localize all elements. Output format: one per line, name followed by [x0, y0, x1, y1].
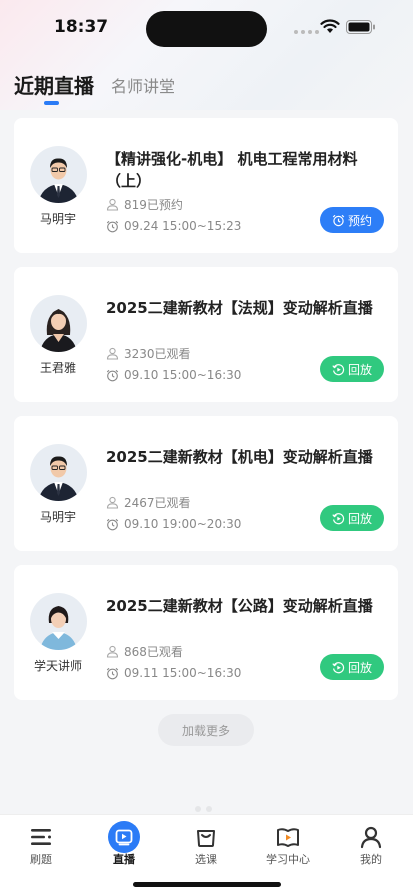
teacher-avatar [30, 444, 87, 501]
course-title: 2025二建新教材【机电】变动解析直播 [106, 448, 373, 466]
replay-icon [332, 661, 345, 673]
live-time: 09.11 15:00~16:30 [124, 666, 242, 680]
live-card[interactable]: 马明宇 【精讲强化-机电】 机电工程常用材料（上） 819已预约 09.24 1… [14, 118, 398, 253]
load-more-button[interactable]: 加载更多 [158, 714, 254, 746]
tab-label: 我的 [360, 853, 382, 866]
stat-text: 868已观看 [124, 645, 183, 659]
active-tab-indicator [44, 101, 59, 105]
battery-icon [346, 20, 375, 34]
teacher-name: 王君雅 [39, 361, 76, 375]
reserve-button[interactable]: 预约 [320, 207, 384, 233]
course-title: 2025二建新教材【法规】变动解析直播 [106, 299, 373, 317]
stat-text: 819已预约 [124, 198, 183, 212]
wifi-icon [320, 19, 340, 33]
person-icon [106, 347, 119, 360]
tab-live[interactable]: 直播 [84, 815, 164, 871]
alarm-clock-icon [332, 214, 345, 226]
shopping-bag-icon [197, 830, 215, 847]
user-icon [360, 826, 382, 849]
status-bar: 18:37 [0, 0, 413, 56]
list-icon [31, 829, 51, 845]
alarm-clock-icon [106, 220, 119, 232]
time-row: 09.10 19:00~20:30 [106, 517, 241, 531]
stat-row: 868已观看 [106, 643, 183, 660]
alarm-clock-icon [106, 667, 119, 679]
dynamic-island [146, 11, 267, 47]
live-time: 09.10 19:00~20:30 [124, 517, 242, 531]
status-time: 18:37 [54, 17, 109, 37]
live-time: 09.10 15:00~16:30 [124, 368, 242, 382]
live-card[interactable]: 马明宇 2025二建新教材【机电】变动解析直播 2467已观看 09.10 19… [14, 416, 398, 551]
home-indicator[interactable] [133, 882, 281, 887]
play-icon [108, 821, 140, 853]
time-row: 09.11 15:00~16:30 [106, 666, 241, 680]
stat-row: 819已预约 [106, 196, 183, 213]
replay-button[interactable]: 回放 [320, 654, 384, 680]
course-title: 【精讲强化-机电】 机电工程常用材料（上） [106, 150, 358, 190]
cellular-signal-icon [294, 30, 319, 34]
replay-button[interactable]: 回放 [320, 356, 384, 382]
tab-label: 直播 [113, 853, 135, 866]
tab-me[interactable]: 我的 [331, 815, 411, 871]
stat-row: 3230已观看 [106, 345, 191, 362]
alarm-clock-icon [106, 369, 119, 381]
teacher-avatar [30, 146, 87, 203]
person-icon [106, 496, 119, 509]
teacher-avatar [30, 593, 87, 650]
teacher-name: 马明宇 [39, 212, 76, 226]
stat-text: 3230已观看 [124, 347, 191, 361]
replay-icon [332, 512, 345, 524]
replay-button[interactable]: 回放 [320, 505, 384, 531]
tab-label: 刷题 [30, 853, 52, 866]
person-icon [106, 198, 119, 211]
time-row: 09.10 15:00~16:30 [106, 368, 241, 382]
alarm-clock-icon [106, 518, 119, 530]
live-card[interactable]: 学天讲师 2025二建新教材【公路】变动解析直播 868已观看 09.11 15… [14, 565, 398, 700]
person-icon [106, 645, 119, 658]
reserve-button-label: 预约 [347, 213, 372, 228]
tab-courses[interactable]: 选课 [166, 815, 246, 871]
teacher-name: 学天讲师 [33, 659, 82, 673]
replay-icon [332, 363, 345, 375]
live-time: 09.24 15:00~15:23 [124, 219, 242, 233]
replay-button-label: 回放 [347, 660, 372, 675]
tab-label: 选课 [195, 853, 217, 866]
live-card[interactable]: 王君雅 2025二建新教材【法规】变动解析直播 3230已观看 09.10 15… [14, 267, 398, 402]
replay-button-label: 回放 [347, 511, 372, 526]
tab-learning-center[interactable]: 学习中心 [248, 815, 328, 871]
tab-recent-live[interactable]: 近期直播 [14, 70, 94, 99]
book-play-icon [277, 828, 299, 847]
tab-label: 学习中心 [266, 853, 310, 866]
time-row: 09.24 15:00~15:23 [106, 219, 241, 233]
course-title: 2025二建新教材【公路】变动解析直播 [106, 597, 373, 615]
stat-text: 2467已观看 [124, 496, 191, 510]
teacher-name: 马明宇 [39, 510, 76, 524]
stat-row: 2467已观看 [106, 494, 191, 511]
replay-button-label: 回放 [347, 362, 372, 377]
tab-practice[interactable]: 刷题 [1, 815, 81, 871]
page-indicator [195, 806, 212, 812]
teacher-avatar [30, 295, 87, 352]
tab-famous-teacher[interactable]: 名师讲堂 [111, 73, 175, 97]
